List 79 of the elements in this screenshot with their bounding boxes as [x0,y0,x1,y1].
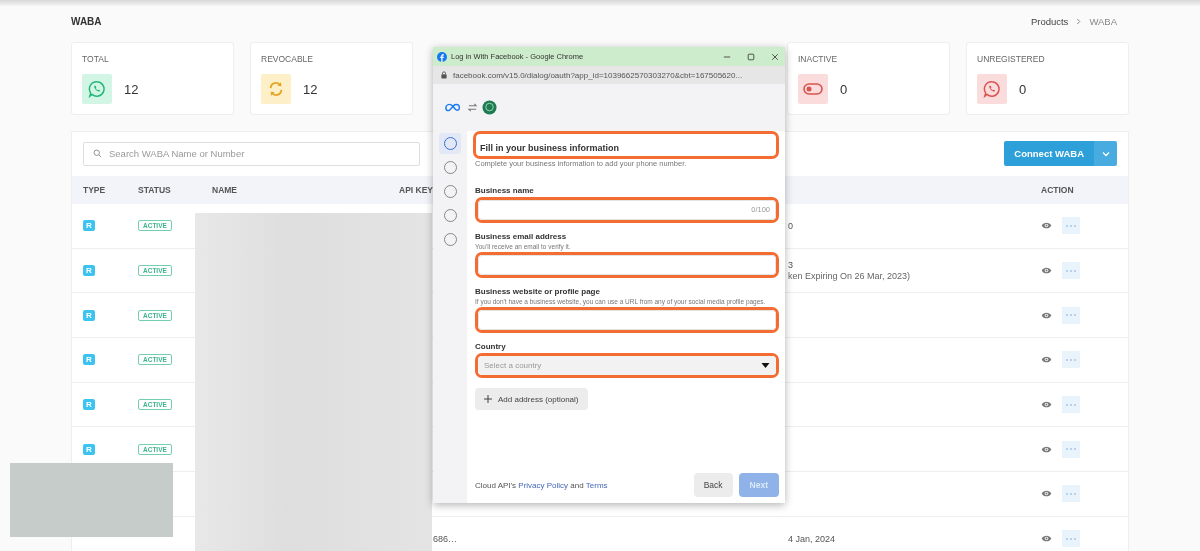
chat-phone-icon [88,80,106,98]
dots-icon [1066,537,1076,540]
column-header: ACTION [1041,185,1074,195]
more-button[interactable] [1062,351,1080,369]
add-address-button[interactable]: Add address (optional) [475,388,588,410]
column-header: STATUS [138,185,171,195]
type-badge: R [83,309,95,321]
more-button[interactable] [1062,262,1080,280]
stat-value: 0 [1019,81,1027,97]
privacy-policy-link[interactable]: Privacy Policy [518,480,569,490]
type-badge: R [83,354,95,366]
refresh-icon [267,80,285,98]
stat-label: INACTIVE [798,54,839,64]
table-cell: 3 [788,260,793,271]
caret-icon [1101,150,1110,157]
dots-icon [1066,224,1076,227]
more-button[interactable] [1062,396,1080,414]
infinity-logo-icon [445,103,463,112]
form-heading: Fill in your business information [480,143,619,153]
column-header: TYPE [83,185,106,195]
stat-label: TOTAL [82,54,110,64]
dots-icon [1066,314,1076,317]
eye-icon[interactable] [1041,534,1052,544]
eye-icon[interactable] [1041,221,1052,231]
dots-icon [1066,358,1076,361]
eye-icon[interactable] [1041,355,1052,365]
more-button[interactable] [1062,485,1080,503]
eye-icon[interactable] [1041,444,1052,454]
more-button[interactable] [1062,530,1080,548]
token-expiry-note: ken Expiring On 26 Mar, 2023) [788,271,911,282]
column-header: NAME [212,185,238,195]
stat-value: 12 [124,81,139,97]
chat-phone-icon [983,80,1001,98]
eye-icon[interactable] [1041,400,1052,410]
dots-icon [1066,269,1076,272]
eye-icon[interactable] [1041,489,1052,499]
breadcrumb-link[interactable]: Products [1030,15,1069,27]
chat-logo-icon [482,100,497,115]
api-key-text: 686… [433,533,458,544]
stat-value: 0 [840,81,848,97]
stat-label: UNREGISTERED [977,54,1046,64]
search-icon [93,149,102,158]
type-badge: R [83,399,95,411]
legal-text: Cloud API's Privacy Policy and Terms [475,480,609,490]
table-cell: 0 [788,220,793,231]
breadcrumb-link[interactable]: WABA [1089,15,1117,27]
close-icon[interactable] [771,52,779,61]
dots-icon [1066,403,1076,406]
dots-icon [1066,448,1076,451]
more-button[interactable] [1062,440,1080,458]
back-button[interactable]: Back [693,473,733,497]
terms-link[interactable]: Terms [585,480,608,490]
stat-label: REVOCABLE [261,54,314,64]
chevron-right-icon [1076,17,1082,25]
stat-value: 12 [303,81,318,97]
type-badge: R [83,443,95,455]
column-header: API KEY [399,185,433,195]
swap-arrows-icon [467,103,478,112]
type-badge: R [83,220,95,232]
more-button[interactable] [1062,306,1080,324]
eye-icon[interactable] [1041,266,1052,276]
plus-icon [484,395,492,403]
dots-icon [1066,492,1076,495]
field-label: Business name [475,186,535,195]
table-cell: 4 Jan, 2024 [788,533,836,544]
type-badge: R [83,265,95,277]
more-button[interactable] [1062,217,1080,235]
field-label: Business website or profile page [475,287,601,296]
lock-icon [441,71,447,79]
dropdown-button[interactable] [1094,141,1117,166]
page-title: WABA [71,15,102,27]
toggle-icon [803,83,823,95]
field-label: Country [475,342,507,351]
caret-down-icon [761,363,770,368]
search-field[interactable]: Search WABA Name or Number [83,141,420,166]
maximize-icon[interactable] [747,52,755,61]
f-logo-icon [437,51,447,62]
field-label: Business email address [475,232,568,241]
eye-icon[interactable] [1041,310,1052,320]
